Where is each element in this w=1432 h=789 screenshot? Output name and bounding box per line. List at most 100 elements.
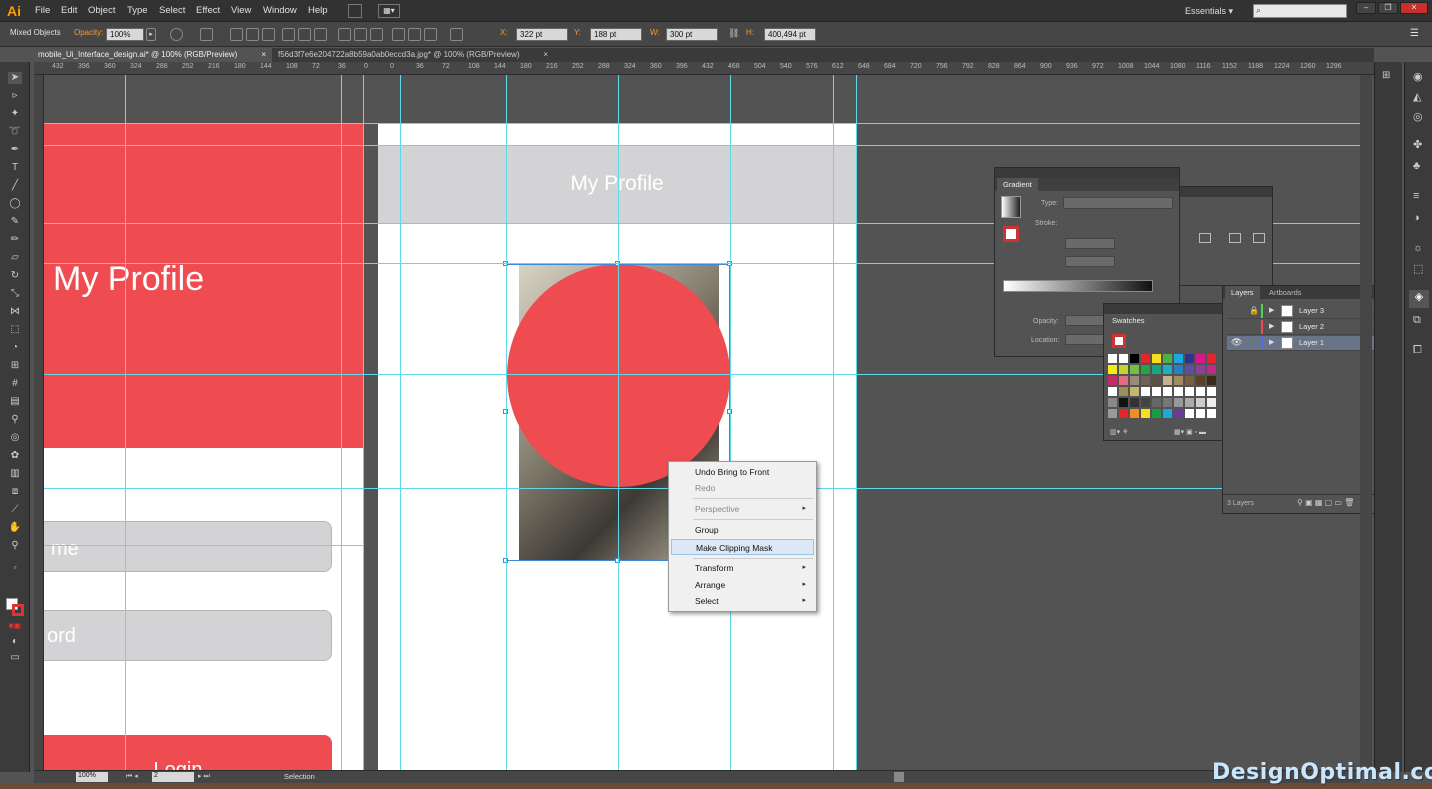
direct-selection-tool-icon[interactable]: ▹ bbox=[8, 90, 22, 102]
image-trace-icon[interactable]: ⬚ bbox=[1413, 262, 1423, 275]
panel-header[interactable] bbox=[1177, 187, 1272, 197]
color-swatch[interactable] bbox=[1108, 398, 1117, 407]
guide[interactable] bbox=[856, 75, 857, 770]
artboard-number-field[interactable]: 2 bbox=[152, 772, 194, 782]
color-swatch[interactable] bbox=[1152, 398, 1161, 407]
color-swatch[interactable] bbox=[1207, 376, 1216, 385]
align-right-icon[interactable] bbox=[262, 28, 275, 41]
workspace-switcher[interactable]: Essentials ▾ bbox=[1185, 0, 1233, 22]
type-tool-icon[interactable]: T bbox=[8, 162, 22, 174]
tab-mobile-ui-design[interactable]: mobile_Ui_Interface_design.ai* @ 100% (R… bbox=[34, 48, 272, 62]
swatches-panel-tab[interactable]: Swatches bbox=[1106, 314, 1151, 327]
w-field[interactable]: 300 pt bbox=[666, 28, 718, 41]
align-left-icon[interactable] bbox=[230, 28, 243, 41]
align-to-icon[interactable] bbox=[200, 28, 213, 41]
paintbrush-tool-icon[interactable]: ✎ bbox=[8, 216, 22, 228]
color-swatch[interactable] bbox=[1130, 354, 1139, 363]
panel-menu-icon[interactable]: ☰ bbox=[1410, 28, 1419, 39]
scale-tool-icon[interactable]: ⤡ bbox=[8, 288, 22, 300]
color-swatch[interactable] bbox=[1119, 365, 1128, 374]
color-swatch[interactable] bbox=[1130, 409, 1139, 418]
magic-wand-tool-icon[interactable]: ✦ bbox=[8, 108, 22, 120]
recolor-icon[interactable] bbox=[170, 28, 183, 41]
close-icon[interactable]: × bbox=[261, 48, 266, 62]
panel-header[interactable] bbox=[1104, 304, 1222, 314]
color-swatch[interactable] bbox=[1130, 387, 1139, 396]
guide[interactable] bbox=[44, 145, 1360, 146]
color-guide-icon[interactable]: ◉ bbox=[1413, 70, 1423, 83]
guide[interactable] bbox=[44, 123, 1360, 124]
guide[interactable] bbox=[506, 75, 507, 770]
expand-triangle-icon[interactable]: ▶ bbox=[1269, 338, 1274, 346]
vertical-ruler[interactable] bbox=[34, 75, 44, 770]
menu-window[interactable]: Window bbox=[263, 0, 297, 22]
perspective-grid-tool-icon[interactable]: ⊞ bbox=[8, 360, 22, 372]
x-field[interactable]: 322 pt bbox=[516, 28, 568, 41]
transparency-icon[interactable]: ◑ bbox=[1413, 212, 1420, 224]
artboards-panel-icon[interactable]: ⧉ bbox=[1413, 314, 1421, 327]
color-swatch[interactable] bbox=[1152, 387, 1161, 396]
brushes-icon[interactable]: ✤ bbox=[1413, 138, 1422, 151]
guide[interactable] bbox=[125, 75, 126, 770]
gradient-panel-tab[interactable]: Gradient bbox=[997, 178, 1038, 191]
color-swatch[interactable] bbox=[1141, 365, 1150, 374]
color-swatch[interactable] bbox=[1163, 398, 1172, 407]
menu-item-make-clipping-mask[interactable]: Make Clipping Mask bbox=[671, 539, 814, 555]
color-swatch[interactable] bbox=[1196, 365, 1205, 374]
rotate-tool-icon[interactable]: ↻ bbox=[8, 270, 22, 282]
swatch-library-icon[interactable]: ▥▾ ⚘ bbox=[1110, 428, 1128, 436]
color-swatch[interactable] bbox=[1152, 354, 1161, 363]
color-swatch[interactable] bbox=[1119, 354, 1128, 363]
color-swatch[interactable] bbox=[1152, 409, 1161, 418]
symbols-icon[interactable]: ♣ bbox=[1413, 160, 1420, 172]
align-top-icon[interactable] bbox=[282, 28, 295, 41]
menu-item-select[interactable]: Select ▸ bbox=[671, 593, 814, 609]
artboard-nav-last-icon[interactable]: ▸ ⏭ bbox=[198, 772, 210, 781]
color-swatch[interactable] bbox=[1174, 365, 1183, 374]
menu-item-arrange[interactable]: Arrange ▸ bbox=[671, 577, 814, 593]
menu-select[interactable]: Select bbox=[159, 0, 185, 22]
username-field[interactable]: me bbox=[44, 521, 332, 572]
gradient-aspect-field[interactable] bbox=[1065, 256, 1115, 267]
color-swatch[interactable] bbox=[1108, 365, 1117, 374]
stroke-color-icon[interactable] bbox=[12, 604, 24, 616]
expand-triangle-icon[interactable]: ▶ bbox=[1269, 322, 1274, 330]
selection-tool-icon[interactable]: ➤ bbox=[8, 72, 22, 84]
swatch-actions-icon[interactable]: ▦▾ ▣ ▫ ▬ bbox=[1174, 428, 1206, 436]
lock-icon[interactable]: 🔒 bbox=[1249, 306, 1259, 315]
color-swatch[interactable] bbox=[1141, 354, 1150, 363]
constrain-proportions-icon[interactable]: ⛓ bbox=[728, 28, 741, 41]
distribute-top-icon[interactable] bbox=[338, 28, 351, 41]
horizontal-ruler[interactable]: 432 396 360 324 288 252 216 180 144 108 72 36 0 0 36 72… bbox=[34, 62, 1374, 75]
gradient-location-field[interactable] bbox=[1065, 334, 1105, 345]
color-swatch[interactable] bbox=[1141, 409, 1150, 418]
zoom-tool-icon[interactable]: ⚲ bbox=[8, 540, 22, 552]
color-swatch[interactable] bbox=[1141, 387, 1150, 396]
draw-mode-icon[interactable]: ◐ bbox=[8, 636, 22, 648]
arrange-documents-icon[interactable]: ▦▾ bbox=[378, 4, 400, 18]
color-swatch[interactable] bbox=[1163, 409, 1172, 418]
color-swatch[interactable] bbox=[1152, 376, 1161, 385]
links-icon[interactable]: ⧠ bbox=[1413, 344, 1422, 357]
color-swatch[interactable] bbox=[1141, 376, 1150, 385]
tab-photo-jpg[interactable]: f56d3f7e6e204722a8b59a0ab0eccd3a.jpg* @ … bbox=[274, 48, 554, 62]
color-swatch[interactable] bbox=[1174, 376, 1183, 385]
guide[interactable] bbox=[618, 75, 619, 770]
layer-name[interactable]: Layer 2 bbox=[1299, 322, 1324, 331]
distribute-bottom-icon[interactable] bbox=[370, 28, 383, 41]
eyedropper-tool-icon[interactable]: ⚲ bbox=[8, 414, 22, 426]
guide[interactable] bbox=[341, 75, 342, 770]
restore-button[interactable]: ❐ bbox=[1378, 2, 1398, 14]
align-middle-icon[interactable] bbox=[298, 28, 311, 41]
mesh-tool-icon[interactable]: # bbox=[8, 378, 22, 390]
artboard-nav-first-icon[interactable]: ⏮ ◂ bbox=[126, 772, 138, 781]
default-colors-icon[interactable]: ▫ bbox=[8, 562, 22, 574]
color-swatch[interactable] bbox=[1119, 387, 1128, 396]
color-swatch[interactable] bbox=[1130, 365, 1139, 374]
menu-item-group[interactable]: Group bbox=[671, 522, 814, 538]
gradient-tool-icon[interactable]: ▤ bbox=[8, 396, 22, 408]
width-tool-icon[interactable]: ⋈ bbox=[8, 306, 22, 318]
color-swatch[interactable] bbox=[1130, 398, 1139, 407]
color-swatch[interactable] bbox=[1185, 409, 1194, 418]
color-swatch[interactable] bbox=[1119, 409, 1128, 418]
